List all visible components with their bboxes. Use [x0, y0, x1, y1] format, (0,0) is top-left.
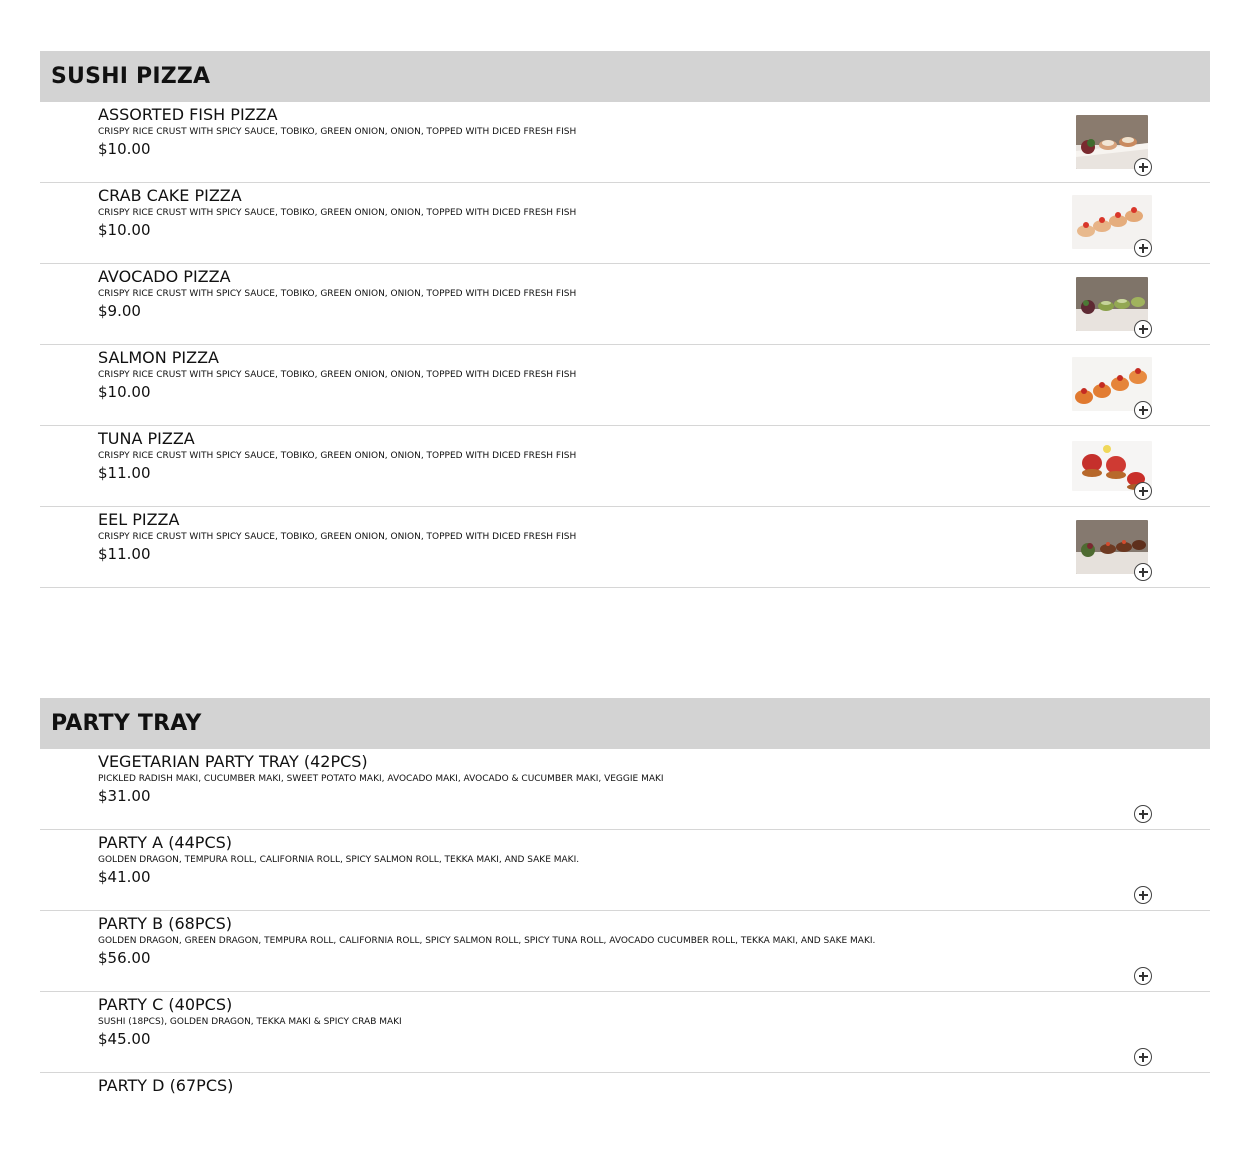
menu-item[interactable]: PARTY B (68PCS) GOLDEN DRAGON, GREEN DRA… — [40, 911, 1210, 992]
menu-item-description: CRISPY RICE CRUST WITH SPICY SAUCE, TOBI… — [98, 208, 577, 218]
add-to-cart-button[interactable] — [1134, 886, 1152, 904]
section-sushi-pizza: SUSHI PIZZA ASSORTED FISH PIZZA CRISPY R… — [40, 51, 1210, 588]
add-to-cart-button[interactable] — [1134, 805, 1152, 823]
menu-item[interactable]: EEL PIZZA CRISPY RICE CRUST WITH SPICY S… — [40, 507, 1210, 588]
menu-item[interactable]: AVOCADO PIZZA CRISPY RICE CRUST WITH SPI… — [40, 264, 1210, 345]
menu-item[interactable]: VEGETARIAN PARTY TRAY (42PCS) PICKLED RA… — [40, 749, 1210, 830]
menu-item-price: $10.00 — [98, 383, 151, 401]
menu-item[interactable]: ASSORTED FISH PIZZA CRISPY RICE CRUST WI… — [40, 102, 1210, 183]
menu-item-name: VEGETARIAN PARTY TRAY (42PCS) — [98, 752, 368, 771]
menu-item-name: ASSORTED FISH PIZZA — [98, 105, 278, 124]
menu-item-description: CRISPY RICE CRUST WITH SPICY SAUCE, TOBI… — [98, 289, 577, 299]
menu-item-name: PARTY C (40PCS) — [98, 995, 233, 1014]
menu-item-description: GOLDEN DRAGON, TEMPURA ROLL, CALIFORNIA … — [98, 855, 580, 865]
menu-item-text: AVOCADO PIZZA CRISPY RICE CRUST WITH SPI… — [98, 267, 576, 321]
menu-item-description: CRISPY RICE CRUST WITH SPICY SAUCE, TOBI… — [98, 451, 577, 461]
section-party-tray: PARTY TRAY VEGETARIAN PARTY TRAY (42PCS)… — [40, 698, 1210, 1154]
add-to-cart-button[interactable] — [1134, 1048, 1152, 1066]
menu-item-name: AVOCADO PIZZA — [98, 267, 231, 286]
menu-item-description: CRISPY RICE CRUST WITH SPICY SAUCE, TOBI… — [98, 532, 577, 542]
add-to-cart-button[interactable] — [1134, 158, 1152, 176]
menu-item-text: VEGETARIAN PARTY TRAY (42PCS) PICKLED RA… — [98, 752, 664, 806]
menu-item-price: $9.00 — [98, 302, 141, 320]
add-to-cart-button[interactable] — [1134, 239, 1152, 257]
menu-item-description: GOLDEN DRAGON, GREEN DRAGON, TEMPURA ROL… — [98, 936, 876, 946]
menu-item-text: PARTY A (44PCS) GOLDEN DRAGON, TEMPURA R… — [98, 833, 579, 887]
menu-item-text: PARTY B (68PCS) GOLDEN DRAGON, GREEN DRA… — [98, 914, 875, 968]
menu-item-price: $31.00 — [98, 787, 151, 805]
menu-item[interactable]: PARTY D (67PCS) — [40, 1073, 1210, 1154]
menu-item-price: $45.00 — [98, 1030, 151, 1048]
menu-item-price: $11.00 — [98, 545, 151, 563]
menu-item-name: SALMON PIZZA — [98, 348, 219, 367]
menu-item-description: CRISPY RICE CRUST WITH SPICY SAUCE, TOBI… — [98, 127, 577, 137]
menu-item-text: SALMON PIZZA CRISPY RICE CRUST WITH SPIC… — [98, 348, 576, 402]
add-to-cart-button[interactable] — [1134, 563, 1152, 581]
menu-item-name: PARTY D (67PCS) — [98, 1076, 234, 1095]
section-title: PARTY TRAY — [51, 711, 202, 736]
menu-item-name: CRAB CAKE PIZZA — [98, 186, 242, 205]
add-to-cart-button[interactable] — [1134, 967, 1152, 985]
menu-item-price: $10.00 — [98, 140, 151, 158]
menu-item-text: PARTY D (67PCS) — [98, 1076, 233, 1096]
menu-item-name: EEL PIZZA — [98, 510, 180, 529]
menu-item-name: PARTY B (68PCS) — [98, 914, 233, 933]
menu-item-price: $10.00 — [98, 221, 151, 239]
menu-item-description: PICKLED RADISH MAKI, CUCUMBER MAKI, SWEE… — [98, 774, 664, 784]
menu-item-description: SUSHI (18PCS), GOLDEN DRAGON, TEKKA MAKI… — [98, 1017, 402, 1027]
menu-item-price: $41.00 — [98, 868, 151, 886]
menu-item[interactable]: TUNA PIZZA CRISPY RICE CRUST WITH SPICY … — [40, 426, 1210, 507]
add-to-cart-button[interactable] — [1134, 320, 1152, 338]
menu-item-text: ASSORTED FISH PIZZA CRISPY RICE CRUST WI… — [98, 105, 576, 159]
add-to-cart-button[interactable] — [1134, 482, 1152, 500]
menu-item[interactable]: CRAB CAKE PIZZA CRISPY RICE CRUST WITH S… — [40, 183, 1210, 264]
menu-item[interactable]: PARTY C (40PCS) SUSHI (18PCS), GOLDEN DR… — [40, 992, 1210, 1073]
menu-item-price: $11.00 — [98, 464, 151, 482]
menu-item-name: TUNA PIZZA — [98, 429, 195, 448]
section-header: SUSHI PIZZA — [40, 51, 1210, 102]
menu-item-text: TUNA PIZZA CRISPY RICE CRUST WITH SPICY … — [98, 429, 576, 483]
add-to-cart-button[interactable] — [1134, 401, 1152, 419]
menu-item[interactable]: PARTY A (44PCS) GOLDEN DRAGON, TEMPURA R… — [40, 830, 1210, 911]
menu-item-text: EEL PIZZA CRISPY RICE CRUST WITH SPICY S… — [98, 510, 576, 564]
section-header: PARTY TRAY — [40, 698, 1210, 749]
menu-item-description: CRISPY RICE CRUST WITH SPICY SAUCE, TOBI… — [98, 370, 577, 380]
menu-item-name: PARTY A (44PCS) — [98, 833, 233, 852]
menu-item[interactable]: SALMON PIZZA CRISPY RICE CRUST WITH SPIC… — [40, 345, 1210, 426]
section-title: SUSHI PIZZA — [51, 64, 211, 89]
menu-item-text: CRAB CAKE PIZZA CRISPY RICE CRUST WITH S… — [98, 186, 576, 240]
menu-item-price: $56.00 — [98, 949, 151, 967]
menu-item-text: PARTY C (40PCS) SUSHI (18PCS), GOLDEN DR… — [98, 995, 402, 1049]
